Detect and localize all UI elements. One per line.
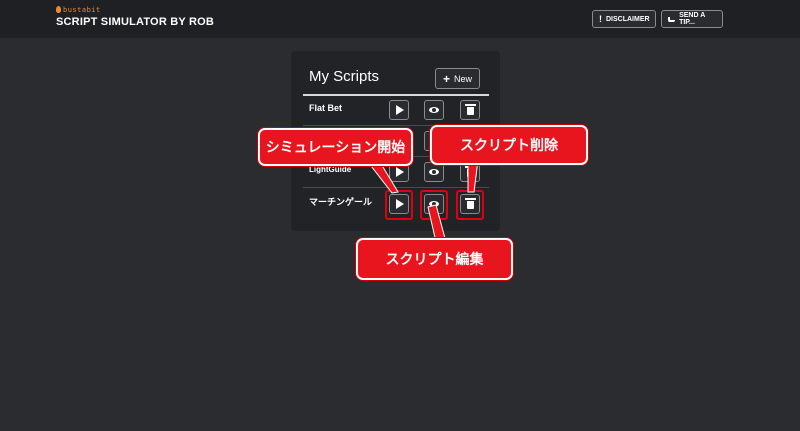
header-divider [303, 94, 489, 96]
row-divider [303, 187, 489, 188]
highlight-delete [456, 190, 484, 220]
delete-script-button[interactable] [460, 162, 480, 182]
exclamation-icon: ! [599, 14, 602, 24]
callout-delete-script: スクリプト削除 [430, 125, 588, 165]
highlight-edit [420, 190, 448, 220]
send-tip-button[interactable]: SEND A TIP... [661, 10, 723, 28]
trash-icon [464, 104, 476, 115]
eye-icon [429, 169, 439, 175]
top-header: bustabit SCRIPT SIMULATOR BY ROB ! DISCL… [0, 0, 800, 38]
new-script-button[interactable]: + New [435, 68, 480, 89]
edit-script-button[interactable] [424, 162, 444, 182]
script-name: Flat Bet [309, 103, 343, 113]
eye-icon [429, 107, 439, 113]
flame-icon [56, 6, 61, 13]
highlight-play [385, 190, 413, 220]
callout-edit-script: スクリプト編集 [356, 238, 513, 280]
panel-title: My Scripts [309, 68, 380, 85]
brand-text: bustabit [63, 6, 101, 14]
delete-script-button[interactable] [460, 100, 480, 120]
disclaimer-label: DISCLAIMER [606, 15, 650, 23]
new-label: New [454, 73, 473, 84]
script-name: マーチンゲール [309, 197, 373, 207]
trash-icon [464, 166, 476, 177]
send-tip-label: SEND A TIP... [679, 12, 705, 26]
plus-icon: + [442, 71, 450, 86]
edit-script-button[interactable] [424, 100, 444, 120]
brand-logo[interactable]: bustabit [56, 6, 101, 14]
disclaimer-button[interactable]: ! DISCLAIMER [592, 10, 656, 28]
callout-start-simulation: シミュレーション開始 [258, 128, 413, 166]
hand-icon [668, 16, 676, 22]
play-icon [396, 105, 404, 115]
app-title: SCRIPT SIMULATOR BY ROB [56, 16, 214, 28]
run-simulation-button[interactable] [389, 100, 409, 120]
play-icon [396, 167, 404, 177]
script-name: LightGuide [309, 165, 352, 174]
